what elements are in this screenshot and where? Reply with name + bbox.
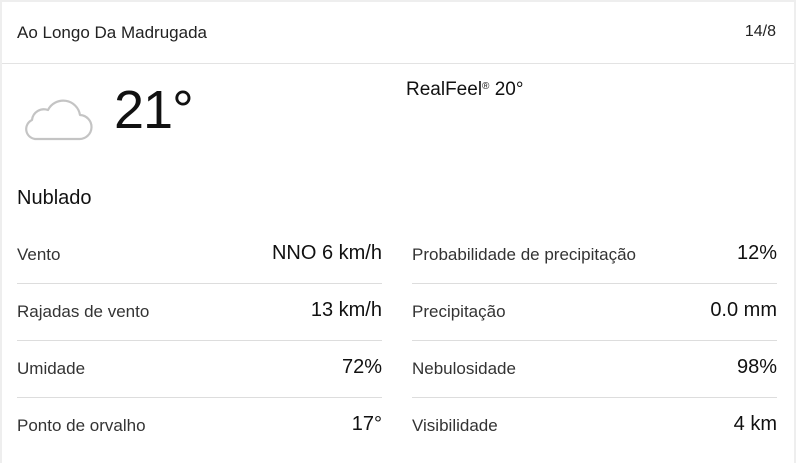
card-header: Ao Longo Da Madrugada 14/8 <box>2 2 794 64</box>
detail-value: 4 km <box>733 413 777 435</box>
detail-label: Probabilidade de precipitação <box>412 245 636 264</box>
current-temperature: 21° <box>114 80 194 140</box>
detail-row-cloud-cover: Nebulosidade 98% <box>412 341 777 398</box>
detail-row-dew-point: Ponto de orvalho 17° <box>17 398 382 455</box>
detail-row-humidity: Umidade 72% <box>17 341 382 398</box>
weather-card: Ao Longo Da Madrugada 14/8 21° RealFeel®… <box>2 2 794 463</box>
detail-label: Ponto de orvalho <box>17 416 146 435</box>
details-left: Vento NNO 6 km/h Rajadas de vento 13 km/… <box>17 227 382 455</box>
cloud-icon <box>25 99 93 141</box>
detail-label: Precipitação <box>412 302 506 321</box>
detail-row-visibility: Visibilidade 4 km <box>412 398 777 455</box>
period-date: 14/8 <box>744 23 776 40</box>
realfeel: RealFeel® 20° <box>406 79 523 101</box>
details-right: Probabilidade de precipitação 12% Precip… <box>412 227 777 455</box>
detail-label: Nebulosidade <box>412 359 516 378</box>
detail-label: Umidade <box>17 359 86 378</box>
period-title: Ao Longo Da Madrugada <box>17 23 207 42</box>
detail-label: Vento <box>17 245 61 264</box>
realfeel-mark: ® <box>482 81 490 92</box>
detail-row-precip-probability: Probabilidade de precipitação 12% <box>412 227 777 284</box>
realfeel-label: RealFeel <box>406 79 483 100</box>
detail-value: NNO 6 km/h <box>271 242 382 264</box>
detail-label: Visibilidade <box>412 416 498 435</box>
realfeel-value: 20° <box>494 79 524 100</box>
detail-row-wind-gusts: Rajadas de vento 13 km/h <box>17 284 382 341</box>
detail-value: 0.0 mm <box>710 299 777 321</box>
detail-row-wind: Vento NNO 6 km/h <box>17 227 382 284</box>
detail-value: 98% <box>736 356 777 378</box>
detail-value: 17° <box>351 413 382 435</box>
detail-value: 72% <box>341 356 382 378</box>
detail-label: Rajadas de vento <box>17 302 150 321</box>
detail-row-precipitation: Precipitação 0.0 mm <box>412 284 777 341</box>
detail-value: 12% <box>736 242 777 264</box>
weather-phrase: Nublado <box>17 187 92 209</box>
detail-value: 13 km/h <box>310 299 382 321</box>
